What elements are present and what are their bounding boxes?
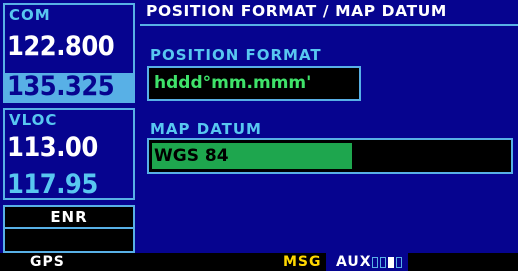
page-indicator bbox=[380, 257, 386, 268]
cdi-mode-label: ENR bbox=[5, 207, 133, 229]
page-indicator bbox=[372, 257, 378, 268]
map-datum-label: MAP DATUM bbox=[150, 120, 262, 138]
com-window[interactable]: COM 122.800 135.325 bbox=[3, 3, 135, 103]
vloc-active-frequency: 113.00 bbox=[7, 132, 98, 163]
page-indicator-current bbox=[388, 257, 394, 268]
position-format-label: POSITION FORMAT bbox=[150, 46, 322, 64]
vloc-standby-frequency[interactable]: 117.95 bbox=[7, 169, 98, 200]
status-bar: GPS MSG AUX bbox=[0, 253, 518, 271]
vloc-label: VLOC bbox=[9, 111, 58, 129]
com-label: COM bbox=[9, 6, 51, 24]
gps-mode-annunciator: GPS bbox=[30, 254, 65, 270]
page-indicator bbox=[396, 257, 402, 268]
frequency-column: COM 122.800 135.325 VLOC 113.00 117.95 E… bbox=[0, 0, 140, 253]
title-divider bbox=[140, 24, 518, 26]
map-datum-value: WGS 84 bbox=[154, 146, 229, 166]
position-format-value: hddd°mm.mmm' bbox=[154, 73, 312, 93]
gps-display: COM 122.800 135.325 VLOC 113.00 117.95 E… bbox=[0, 0, 518, 271]
com-standby-frequency[interactable]: 135.325 bbox=[7, 71, 115, 102]
cdi-window: ENR bbox=[3, 205, 135, 253]
com-active-frequency: 122.800 bbox=[7, 31, 115, 62]
vloc-window[interactable]: VLOC 113.00 117.95 bbox=[3, 108, 135, 200]
page-group-label: AUX bbox=[336, 254, 372, 270]
page-title: POSITION FORMAT / MAP DATUM bbox=[146, 2, 447, 20]
map-datum-field[interactable]: WGS 84 bbox=[147, 138, 513, 174]
message-annunciator[interactable]: MSG bbox=[283, 254, 322, 271]
position-format-field[interactable]: hddd°mm.mmm' bbox=[147, 66, 361, 101]
page-group-indicator: AUX bbox=[326, 253, 408, 271]
